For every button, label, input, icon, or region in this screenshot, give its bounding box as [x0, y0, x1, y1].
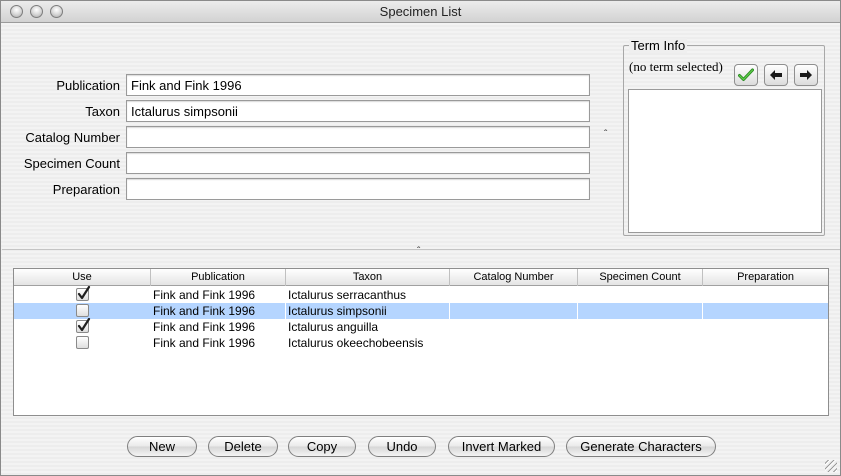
publication-input[interactable]	[126, 74, 590, 96]
forward-term-button[interactable]	[794, 64, 818, 86]
cell-specimen-count	[578, 303, 703, 319]
checkmark-icon	[77, 286, 91, 300]
copy-button[interactable]: Copy	[288, 436, 356, 457]
table-header: Use Publication Taxon Catalog Number Spe…	[14, 269, 828, 286]
cell-publication: Fink and Fink 1996	[151, 303, 286, 319]
accept-term-button[interactable]	[734, 64, 758, 86]
cell-taxon: Ictalurus serracanthus	[288, 288, 407, 302]
cell-specimen-count	[578, 287, 703, 303]
table-row[interactable]: Fink and Fink 1996 Ictalurus serracanthu…	[14, 286, 828, 303]
back-term-button[interactable]	[764, 64, 788, 86]
cell-publication: Fink and Fink 1996	[153, 336, 256, 350]
specimen-count-label: Specimen Count	[23, 156, 120, 171]
publication-label: Publication	[56, 78, 120, 93]
use-checkbox[interactable]	[76, 318, 91, 333]
table-row-selected[interactable]: Fink and Fink 1996 Ictalurus simpsonii	[14, 303, 828, 319]
taxon-input[interactable]	[126, 100, 590, 122]
pane-divider[interactable]	[2, 249, 840, 250]
cell-preparation	[703, 287, 828, 303]
column-header-use[interactable]: Use	[14, 269, 151, 286]
column-header-publication[interactable]: Publication	[151, 269, 286, 286]
cell-specimen-count	[578, 319, 703, 335]
cell-taxon: Ictalurus simpsonii	[286, 303, 450, 319]
invert-marked-button[interactable]: Invert Marked	[448, 436, 555, 457]
arrow-right-icon	[800, 70, 812, 80]
column-header-specimen-count[interactable]: Specimen Count	[578, 269, 703, 286]
specimen-count-input[interactable]	[126, 152, 590, 174]
column-header-catalog-number[interactable]: Catalog Number	[450, 269, 578, 286]
window-title: Specimen List	[379, 4, 462, 19]
column-header-taxon[interactable]: Taxon	[286, 269, 450, 286]
arrow-left-icon	[770, 70, 782, 80]
table-row[interactable]: Fink and Fink 1996 Ictalurus okeechobeen…	[14, 335, 828, 351]
cell-preparation	[703, 303, 828, 319]
title-bar[interactable]: Specimen List	[1, 1, 840, 23]
cell-publication: Fink and Fink 1996	[153, 288, 256, 302]
term-info-title: Term Info	[629, 38, 688, 53]
undo-button[interactable]: Undo	[368, 436, 436, 457]
use-checkbox[interactable]	[76, 304, 89, 317]
horizontal-splitter-handle[interactable]: ˆ	[417, 246, 420, 257]
catalog-number-label: Catalog Number	[25, 130, 120, 145]
vertical-splitter-handle[interactable]: ˆ	[604, 129, 607, 140]
checkmark-icon	[77, 318, 91, 332]
taxon-label: Taxon	[85, 104, 120, 119]
table-row[interactable]: Fink and Fink 1996 Ictalurus anguilla	[14, 318, 828, 335]
resize-grip[interactable]	[825, 460, 837, 472]
cell-taxon: Ictalurus okeechobeensis	[288, 336, 424, 350]
use-checkbox[interactable]	[76, 336, 89, 349]
preparation-label: Preparation	[52, 182, 120, 197]
use-checkbox[interactable]	[76, 286, 91, 301]
cell-specimen-count	[578, 335, 703, 351]
cell-catalog-number	[450, 287, 578, 303]
new-button[interactable]: New	[127, 436, 197, 457]
checkmark-icon	[738, 68, 754, 81]
delete-button[interactable]: Delete	[208, 436, 278, 457]
cell-preparation	[703, 319, 828, 335]
column-header-preparation[interactable]: Preparation	[703, 269, 828, 286]
generate-characters-button[interactable]: Generate Characters	[566, 436, 716, 457]
cell-preparation	[703, 335, 828, 351]
cell-publication: Fink and Fink 1996	[153, 320, 256, 334]
cell-catalog-number	[450, 303, 578, 319]
cell-taxon: Ictalurus anguilla	[288, 320, 379, 334]
preparation-input[interactable]	[126, 178, 590, 200]
cell-catalog-number	[450, 335, 578, 351]
term-info-status: (no term selected)	[629, 59, 723, 74]
cell-catalog-number	[450, 319, 578, 335]
term-info-text-area[interactable]	[628, 89, 822, 233]
specimen-list-window: Specimen List Publication Taxon Catalog …	[0, 0, 841, 476]
specimen-table[interactable]: Use Publication Taxon Catalog Number Spe…	[13, 268, 829, 416]
catalog-number-input[interactable]	[126, 126, 590, 148]
